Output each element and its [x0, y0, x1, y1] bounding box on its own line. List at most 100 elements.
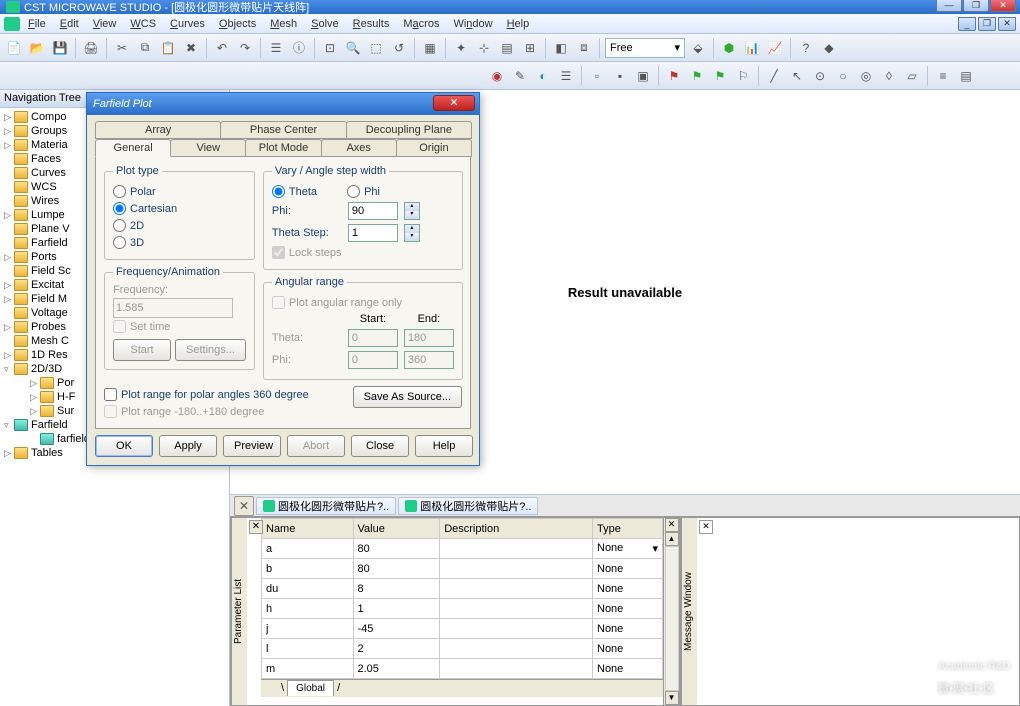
view-a-icon[interactable]: ▫	[587, 66, 607, 86]
macro-list-icon[interactable]: ☰	[556, 66, 576, 86]
grid-icon[interactable]: ▤	[497, 38, 517, 58]
tab-plot-mode[interactable]: Plot Mode	[245, 139, 321, 157]
wire-icon[interactable]: ⊞	[520, 38, 540, 58]
zoom-reset-icon[interactable]: ↺	[389, 38, 409, 58]
tool-b-icon[interactable]: ⧈	[574, 38, 594, 58]
tab-view[interactable]: View	[170, 139, 246, 157]
scroll-down-icon[interactable]: ▼	[665, 691, 679, 705]
flag-r-icon[interactable]: ⚑	[664, 66, 684, 86]
menu-results[interactable]: Results	[347, 16, 396, 32]
pick-e-icon[interactable]: ◊	[879, 66, 899, 86]
tool-a-icon[interactable]: ◧	[551, 38, 571, 58]
phi-spinner[interactable]: ▴▾	[404, 202, 420, 220]
theta-step-input[interactable]	[348, 224, 398, 242]
menu-solve[interactable]: Solve	[305, 16, 345, 32]
maximize-button[interactable]: ❐	[963, 0, 989, 12]
pick-a-icon[interactable]: ↖	[787, 66, 807, 86]
redo-icon[interactable]: ↷	[235, 38, 255, 58]
macro-play-icon[interactable]: ◐	[533, 66, 553, 86]
tab-phase-center[interactable]: Phase Center	[220, 121, 346, 139]
preview-button[interactable]: Preview	[223, 435, 281, 457]
menu-edit[interactable]: Edit	[54, 16, 85, 32]
zoom-fit-icon[interactable]: ⊡	[320, 38, 340, 58]
zoom-in-icon[interactable]: 🔍	[343, 38, 363, 58]
close-button[interactable]: ✕	[990, 0, 1016, 12]
col-desc[interactable]: Description	[440, 519, 593, 539]
open-icon[interactable]: 📂	[27, 38, 47, 58]
minimize-button[interactable]: —	[936, 0, 962, 12]
view-tab-2[interactable]: 圆极化圆形微带贴片?..	[398, 497, 538, 515]
col-value[interactable]: Value	[353, 519, 440, 539]
apply-button[interactable]: Apply	[159, 435, 217, 457]
tab-array[interactable]: Array	[95, 121, 221, 139]
radio-3d[interactable]: 3D	[113, 234, 246, 251]
param-scrollbar[interactable]: ✕ ▲ ▼	[663, 518, 679, 705]
snap-combo[interactable]: Free▾	[605, 38, 685, 58]
col-name[interactable]: Name	[262, 519, 354, 539]
pick-f-icon[interactable]: ▱	[902, 66, 922, 86]
pick-b-icon[interactable]: ⊙	[810, 66, 830, 86]
view-c-icon[interactable]: ▣	[633, 66, 653, 86]
check-range-360[interactable]: Plot range for polar angles 360 degree	[104, 386, 345, 403]
radio-phi[interactable]: Phi	[347, 183, 380, 200]
par-icon[interactable]: 📈	[765, 38, 785, 58]
ok-button[interactable]: OK	[95, 435, 153, 457]
zoom-rect-icon[interactable]: ⬚	[366, 38, 386, 58]
menu-help[interactable]: Help	[501, 16, 536, 32]
table-row[interactable]: b80None	[262, 559, 663, 579]
param-tab-global[interactable]: Global	[287, 680, 334, 696]
pick-c-icon[interactable]: ○	[833, 66, 853, 86]
wcs-icon[interactable]: ⊹	[474, 38, 494, 58]
help-button[interactable]: Help	[415, 435, 473, 457]
table-row[interactable]: a80None ▾	[262, 539, 663, 559]
radio-2d[interactable]: 2D	[113, 217, 246, 234]
view-b-icon[interactable]: ▪	[610, 66, 630, 86]
viewtab-close[interactable]: ✕	[234, 496, 254, 516]
copy-icon[interactable]: ⧉	[135, 38, 155, 58]
step-spinner[interactable]: ▴▾	[404, 224, 420, 242]
flag-g-icon[interactable]: ⚑	[687, 66, 707, 86]
param-close-button[interactable]: ✕	[249, 520, 263, 534]
about-icon[interactable]: ◆	[819, 38, 839, 58]
menu-file[interactable]: File	[22, 16, 52, 32]
paste-icon[interactable]: 📋	[158, 38, 178, 58]
scroll-up-icon[interactable]: ▲	[665, 532, 679, 546]
new-icon[interactable]: 📄	[4, 38, 24, 58]
col-type[interactable]: Type	[593, 519, 663, 539]
tab-origin[interactable]: Origin	[396, 139, 472, 157]
menu-mesh[interactable]: Mesh	[264, 16, 303, 32]
menu-objects[interactable]: Objects	[213, 16, 262, 32]
phi-input[interactable]	[348, 202, 398, 220]
tab-general[interactable]: General	[95, 139, 171, 157]
axis-icon[interactable]: ✦	[451, 38, 471, 58]
msg-close[interactable]: ✕	[699, 520, 713, 534]
dialog-close-button[interactable]: ✕	[433, 95, 475, 111]
mdi-close[interactable]: ✕	[998, 17, 1016, 31]
menu-curves[interactable]: Curves	[164, 16, 211, 32]
dialog-titlebar[interactable]: Farfield Plot ✕	[87, 93, 479, 115]
parameter-table[interactable]: Name Value Description Type a80None ▾b80…	[261, 518, 663, 679]
macro-rec-icon[interactable]: ◉	[487, 66, 507, 86]
save-icon[interactable]: 💾	[50, 38, 70, 58]
table-row[interactable]: du8None	[262, 579, 663, 599]
delete-icon[interactable]: ✖	[181, 38, 201, 58]
flag-g2-icon[interactable]: ⚑	[710, 66, 730, 86]
table-row[interactable]: m2.05None	[262, 659, 663, 679]
hist2-icon[interactable]: ▤	[956, 66, 976, 86]
help-icon[interactable]: ?	[796, 38, 816, 58]
flag-x-icon[interactable]: ⚐	[733, 66, 753, 86]
macro-edit-icon[interactable]: ✎	[510, 66, 530, 86]
param-x2[interactable]: ✕	[665, 518, 679, 532]
menu-wcs[interactable]: WCS	[124, 16, 162, 32]
cut-icon[interactable]: ✂	[112, 38, 132, 58]
save-as-source-button[interactable]: Save As Source...	[353, 386, 462, 408]
tab-axes[interactable]: Axes	[321, 139, 397, 157]
radio-theta[interactable]: Theta	[272, 183, 317, 200]
menu-window[interactable]: Window	[447, 16, 498, 32]
params-icon[interactable]: ⓘ	[289, 38, 309, 58]
radio-polar[interactable]: Polar	[113, 183, 246, 200]
table-row[interactable]: l2None	[262, 639, 663, 659]
undo-icon[interactable]: ↶	[212, 38, 232, 58]
view-tab-1[interactable]: 圆极化圆形微带贴片?..	[256, 497, 396, 515]
line-icon[interactable]: ╱	[764, 66, 784, 86]
